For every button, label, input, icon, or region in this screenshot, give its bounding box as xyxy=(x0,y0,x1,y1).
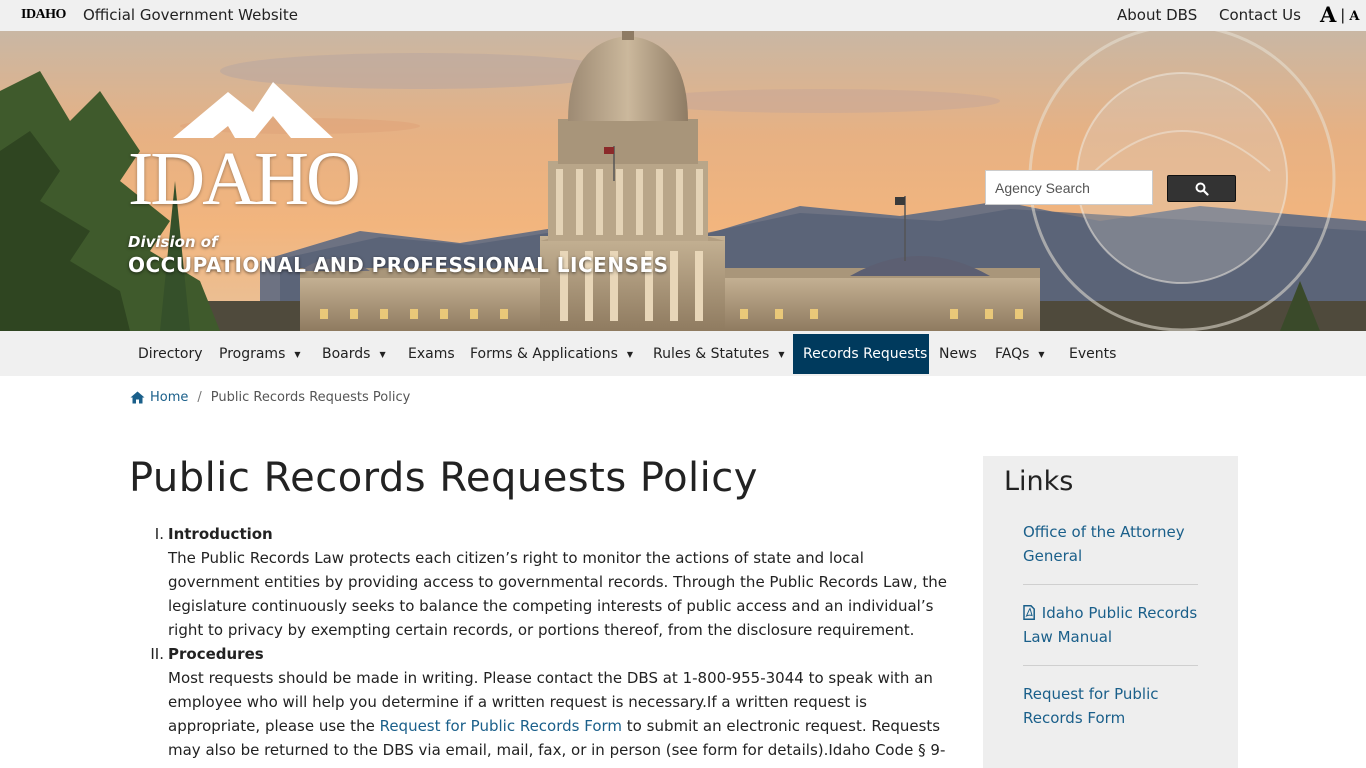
utility-bar: IDAHO Official Government Website About … xyxy=(0,0,1366,31)
nav-label: Directory xyxy=(138,346,203,362)
nav-label: Forms & Applications xyxy=(470,346,618,362)
nav-label: Exams xyxy=(408,346,455,362)
caret-down-icon: ▼ xyxy=(626,349,634,359)
request-public-records-form-link[interactable]: Request for Public Records Form xyxy=(1023,682,1198,730)
sidebar-title: Links xyxy=(1004,466,1074,497)
nav-programs[interactable]: Programs ▼ xyxy=(209,334,311,374)
text-size-small-button[interactable]: A xyxy=(1349,9,1359,24)
search-icon xyxy=(1195,182,1209,196)
breadcrumb-home-link[interactable]: Home xyxy=(130,390,188,405)
nav-label: Rules & Statutes xyxy=(653,346,770,362)
records-law-manual-link[interactable]: Idaho Public Records Law Manual xyxy=(1023,601,1198,649)
links-sidebar: Links Office of the Attorney General Ida… xyxy=(983,456,1238,768)
divider xyxy=(1023,665,1198,666)
caret-down-icon: ▼ xyxy=(379,349,386,359)
nav-label: Boards xyxy=(322,346,371,362)
section-number: I. xyxy=(154,525,164,543)
nav-exams[interactable]: Exams xyxy=(398,334,465,374)
header-banner: IDAHO Division of OCCUPATIONAL AND PROFE… xyxy=(0,31,1366,331)
section-body: Most requests should be made in writing.… xyxy=(168,666,950,762)
link-label: Idaho Public Records Law Manual xyxy=(1023,604,1198,646)
nav-news[interactable]: News xyxy=(929,334,987,374)
agency-search-input[interactable] xyxy=(985,170,1153,205)
caret-down-icon: ▼ xyxy=(294,349,301,359)
nav-boards[interactable]: Boards ▼ xyxy=(312,334,396,374)
section-body: The Public Records Law protects each cit… xyxy=(168,549,947,639)
idaho-mini-logo[interactable]: IDAHO xyxy=(21,7,66,23)
nav-events[interactable]: Events xyxy=(1059,334,1126,374)
nav-forms-applications[interactable]: Forms & Applications ▼ xyxy=(460,334,643,374)
nav-directory[interactable]: Directory xyxy=(128,334,213,374)
request-form-link[interactable]: Request for Public Records Form xyxy=(380,717,622,735)
home-icon xyxy=(130,391,145,404)
mountain-logo-icon xyxy=(173,82,333,138)
section-introduction: I. Introduction The Public Records Law p… xyxy=(140,522,950,642)
division-of-label: Division of xyxy=(128,233,218,251)
text-size-large-button[interactable]: A xyxy=(1320,2,1336,27)
search-button[interactable] xyxy=(1167,175,1236,202)
section-number: II. xyxy=(150,645,164,663)
nav-label: News xyxy=(939,346,977,362)
breadcrumb-current: Public Records Requests Policy xyxy=(210,390,411,405)
breadcrumb: Home / Public Records Requests Policy xyxy=(130,390,410,405)
caret-down-icon: ▼ xyxy=(1038,349,1045,359)
official-government-label: Official Government Website xyxy=(83,6,298,24)
nav-label: Events xyxy=(1069,346,1117,362)
text-size-separator: | xyxy=(1340,6,1346,24)
page-title: Public Records Requests Policy xyxy=(129,455,758,501)
caret-down-icon: ▼ xyxy=(778,349,785,359)
section-heading: Introduction xyxy=(168,525,273,543)
main-navigation: Directory Programs ▼ Boards ▼ Exams Forms … xyxy=(0,331,1366,376)
pdf-file-icon xyxy=(1023,605,1035,620)
policy-content: I. Introduction The Public Records Law p… xyxy=(140,522,950,762)
section-heading: Procedures xyxy=(168,645,264,663)
nav-label: Records Requests xyxy=(803,346,928,362)
breadcrumb-separator: / xyxy=(197,390,202,405)
section-procedures: II. Procedures Most requests should be m… xyxy=(140,642,950,762)
nav-label: Programs xyxy=(219,346,286,362)
divider xyxy=(1023,584,1198,585)
nav-records-requests[interactable]: Records Requests xyxy=(793,334,929,374)
logo-wordmark: IDAHO xyxy=(128,137,361,221)
attorney-general-link[interactable]: Office of the Attorney General xyxy=(1023,520,1198,568)
text-size-controls: A | A xyxy=(1320,2,1359,27)
agency-name[interactable]: OCCUPATIONAL AND PROFESSIONAL LICENSES xyxy=(128,253,669,277)
breadcrumb-home-label: Home xyxy=(150,390,189,405)
nav-faqs[interactable]: FAQs ▼ xyxy=(985,334,1055,374)
nav-label: FAQs xyxy=(995,346,1030,362)
nav-rules-statutes[interactable]: Rules & Statutes ▼ xyxy=(643,334,794,374)
contact-us-link[interactable]: Contact Us xyxy=(1219,6,1301,24)
about-dbs-link[interactable]: About DBS xyxy=(1117,6,1197,24)
